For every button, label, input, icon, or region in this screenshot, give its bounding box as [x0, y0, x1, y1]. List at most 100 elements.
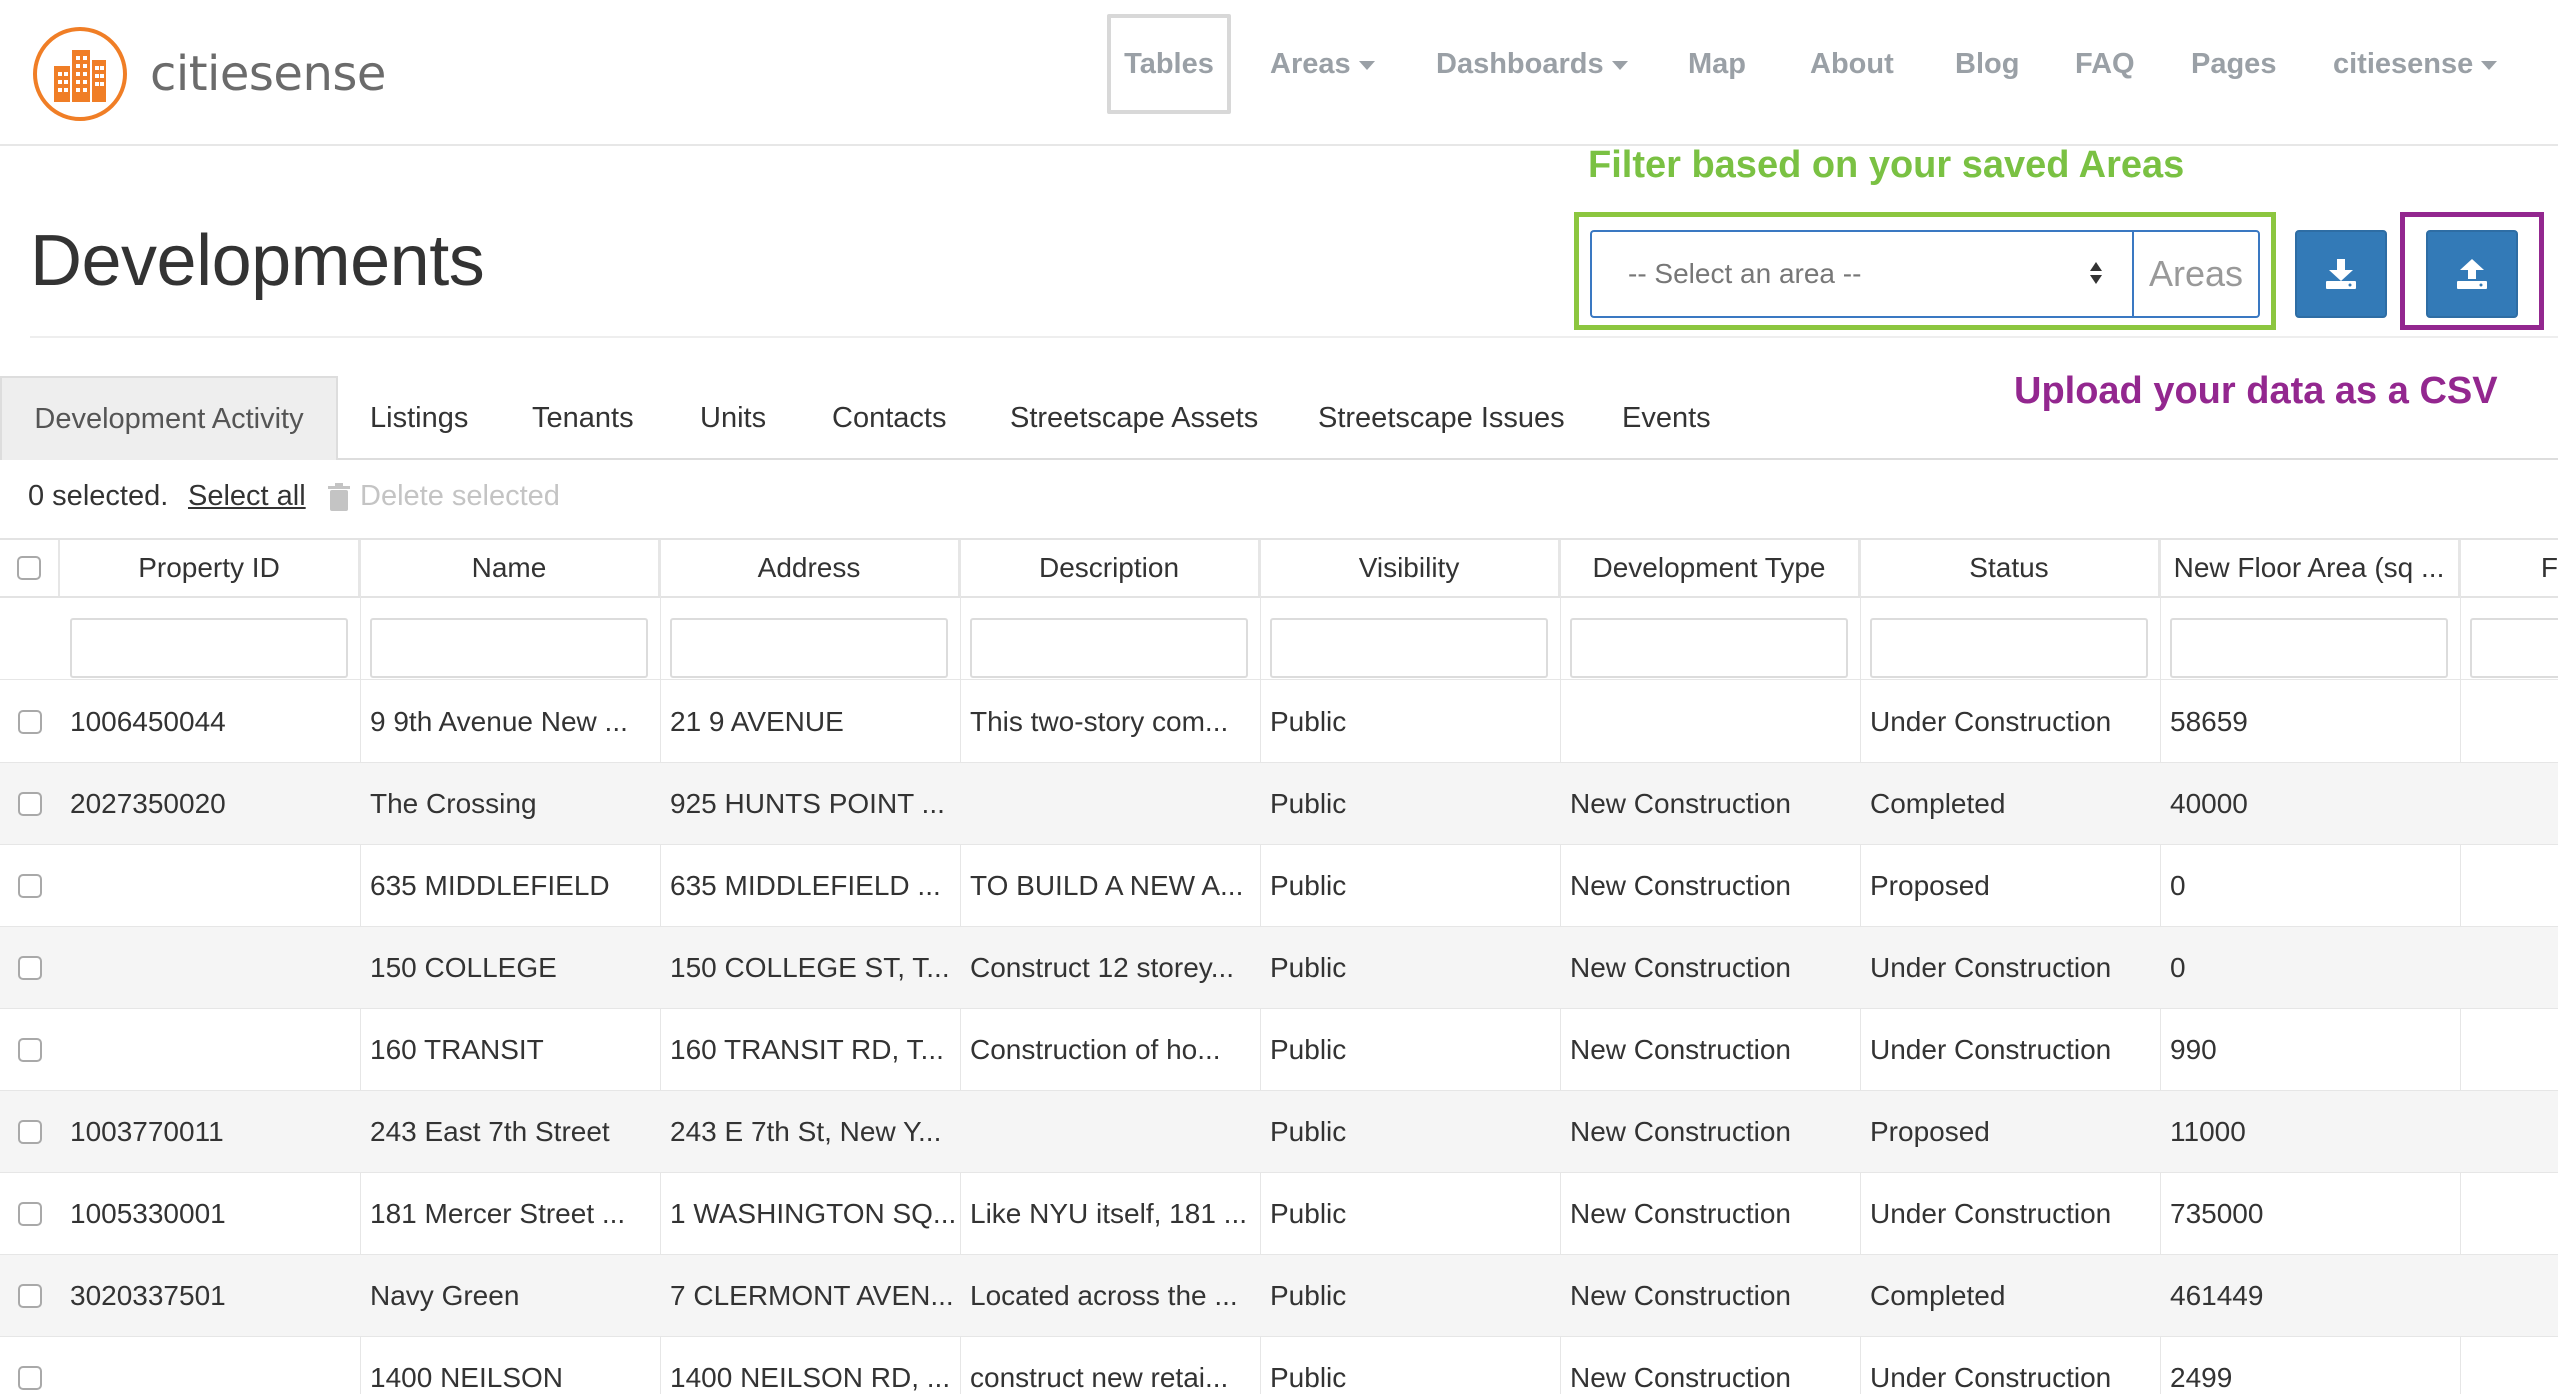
- cell-description[interactable]: Construct 12 storey...: [960, 927, 1260, 1008]
- row-checkbox[interactable]: [18, 791, 42, 816]
- cell-status[interactable]: Proposed: [1860, 1091, 2160, 1172]
- cell-property-id[interactable]: 1003770011: [60, 1091, 360, 1172]
- row-checkbox[interactable]: [18, 1365, 42, 1390]
- nav-tables[interactable]: Tables: [1107, 14, 1231, 114]
- cell-status[interactable]: Under Construction: [1860, 1337, 2160, 1394]
- tab-tenants[interactable]: Tenants: [532, 376, 634, 460]
- cell-development-type[interactable]: New Construction: [1560, 1173, 1860, 1254]
- column-header-address[interactable]: Address: [660, 540, 960, 596]
- column-header-description[interactable]: Description: [960, 540, 1260, 596]
- cell-status[interactable]: Completed: [1860, 763, 2160, 844]
- cell-name[interactable]: 635 MIDDLEFIELD: [360, 845, 660, 926]
- cell-visibility[interactable]: Public: [1260, 1091, 1560, 1172]
- cell-property-id[interactable]: [60, 845, 360, 926]
- row-checkbox[interactable]: [18, 1037, 42, 1062]
- table-row[interactable]: 150 COLLEGE 150 COLLEGE ST, T... Construct…: [0, 927, 2558, 1009]
- tab-streetscape-issues[interactable]: Streetscape Issues: [1318, 376, 1565, 460]
- cell-address[interactable]: 160 TRANSIT RD, T...: [660, 1009, 960, 1090]
- nav-user-menu[interactable]: citiesense: [2333, 14, 2498, 114]
- cell-status[interactable]: Under Construction: [1860, 1009, 2160, 1090]
- cell-address[interactable]: 150 COLLEGE ST, T...: [660, 927, 960, 1008]
- filter-input-name[interactable]: [370, 618, 648, 678]
- area-select[interactable]: -- Select an area --: [1590, 230, 2132, 318]
- filter-input-description[interactable]: [970, 618, 1248, 678]
- column-header-next[interactable]: F: [2460, 540, 2558, 596]
- filter-input-new-floor-area[interactable]: [2170, 618, 2448, 678]
- cell-property-id[interactable]: 2027350020: [60, 763, 360, 844]
- nav-pages[interactable]: Pages: [2191, 14, 2276, 114]
- nav-map[interactable]: Map: [1688, 14, 1746, 114]
- download-csv-button[interactable]: [2295, 230, 2387, 318]
- cell-new-floor-area[interactable]: 0: [2160, 845, 2460, 926]
- cell-development-type[interactable]: New Construction: [1560, 1091, 1860, 1172]
- cell-description[interactable]: Located across the ...: [960, 1255, 1260, 1336]
- row-checkbox[interactable]: [18, 873, 42, 898]
- cell-visibility[interactable]: Public: [1260, 681, 1560, 762]
- cell-property-id[interactable]: 1005330001: [60, 1173, 360, 1254]
- table-row[interactable]: 1005330001 181 Mercer Street ... 1 WASHING…: [0, 1173, 2558, 1255]
- row-checkbox[interactable]: [18, 709, 42, 734]
- cell-status[interactable]: Completed: [1860, 1255, 2160, 1336]
- cell-name[interactable]: 243 East 7th Street: [360, 1091, 660, 1172]
- nav-areas[interactable]: Areas: [1270, 14, 1375, 114]
- cell-status[interactable]: Under Construction: [1860, 681, 2160, 762]
- upload-csv-button[interactable]: [2426, 230, 2518, 318]
- cell-development-type[interactable]: [1560, 681, 1860, 762]
- table-row[interactable]: 635 MIDDLEFIELD 635 MIDDLEFIELD ... TO BUI…: [0, 845, 2558, 927]
- cell-new-floor-area[interactable]: 990: [2160, 1009, 2460, 1090]
- cell-name[interactable]: The Crossing: [360, 763, 660, 844]
- cell-visibility[interactable]: Public: [1260, 845, 1560, 926]
- cell-development-type[interactable]: New Construction: [1560, 1337, 1860, 1394]
- delete-selected-button[interactable]: Delete selected: [328, 480, 560, 513]
- cell-name[interactable]: 160 TRANSIT: [360, 1009, 660, 1090]
- cell-new-floor-area[interactable]: 461449: [2160, 1255, 2460, 1336]
- table-row[interactable]: 1003770011 243 East 7th Street 243 E 7th S…: [0, 1091, 2558, 1173]
- tab-listings[interactable]: Listings: [370, 376, 468, 460]
- cell-property-id[interactable]: [60, 927, 360, 1008]
- cell-address[interactable]: 1 WASHINGTON SQ...: [660, 1173, 960, 1254]
- table-row[interactable]: 2027350020 The Crossing 925 HUNTS POINT ..…: [0, 763, 2558, 845]
- cell-address[interactable]: 635 MIDDLEFIELD ...: [660, 845, 960, 926]
- column-header-name[interactable]: Name: [360, 540, 660, 596]
- column-header-development-type[interactable]: Development Type: [1560, 540, 1860, 596]
- cell-new-floor-area[interactable]: 58659: [2160, 681, 2460, 762]
- cell-property-id[interactable]: 3020337501: [60, 1255, 360, 1336]
- cell-name[interactable]: 1400 NEILSON: [360, 1337, 660, 1394]
- cell-status[interactable]: Under Construction: [1860, 1173, 2160, 1254]
- cell-name[interactable]: 181 Mercer Street ...: [360, 1173, 660, 1254]
- cell-new-floor-area[interactable]: 735000: [2160, 1173, 2460, 1254]
- cell-address[interactable]: 243 E 7th St, New Y...: [660, 1091, 960, 1172]
- column-header-new-floor-area[interactable]: New Floor Area (sq ...: [2160, 540, 2460, 596]
- nav-dashboards[interactable]: Dashboards: [1436, 14, 1628, 114]
- cell-name[interactable]: 9 9th Avenue New ...: [360, 681, 660, 762]
- cell-visibility[interactable]: Public: [1260, 1337, 1560, 1394]
- tab-streetscape-assets[interactable]: Streetscape Assets: [1010, 376, 1258, 460]
- cell-development-type[interactable]: New Construction: [1560, 927, 1860, 1008]
- filter-input-address[interactable]: [670, 618, 948, 678]
- cell-description[interactable]: Construction of ho...: [960, 1009, 1260, 1090]
- cell-status[interactable]: Proposed: [1860, 845, 2160, 926]
- tab-events[interactable]: Events: [1622, 376, 1711, 460]
- cell-development-type[interactable]: New Construction: [1560, 845, 1860, 926]
- cell-visibility[interactable]: Public: [1260, 1009, 1560, 1090]
- cell-property-id[interactable]: 1006450044: [60, 681, 360, 762]
- cell-description[interactable]: construct new retai...: [960, 1337, 1260, 1394]
- cell-address[interactable]: 7 CLERMONT AVEN...: [660, 1255, 960, 1336]
- row-checkbox[interactable]: [18, 1201, 42, 1226]
- cell-property-id[interactable]: [60, 1337, 360, 1394]
- column-header-property-id[interactable]: Property ID: [60, 540, 360, 596]
- cell-description[interactable]: [960, 1091, 1260, 1172]
- cell-address[interactable]: 1400 NEILSON RD, ...: [660, 1337, 960, 1394]
- nav-about[interactable]: About: [1810, 14, 1894, 114]
- filter-input-visibility[interactable]: [1270, 618, 1548, 678]
- tab-contacts[interactable]: Contacts: [832, 376, 946, 460]
- cell-visibility[interactable]: Public: [1260, 927, 1560, 1008]
- row-checkbox[interactable]: [18, 1119, 42, 1144]
- cell-description[interactable]: [960, 763, 1260, 844]
- table-row[interactable]: 3020337501 Navy Green 7 CLERMONT AVEN... Lo…: [0, 1255, 2558, 1337]
- tab-units[interactable]: Units: [700, 376, 766, 460]
- table-row[interactable]: 160 TRANSIT 160 TRANSIT RD, T... Construct…: [0, 1009, 2558, 1091]
- column-header-visibility[interactable]: Visibility: [1260, 540, 1560, 596]
- select-all-checkbox[interactable]: [17, 556, 41, 580]
- nav-faq[interactable]: FAQ: [2075, 14, 2135, 114]
